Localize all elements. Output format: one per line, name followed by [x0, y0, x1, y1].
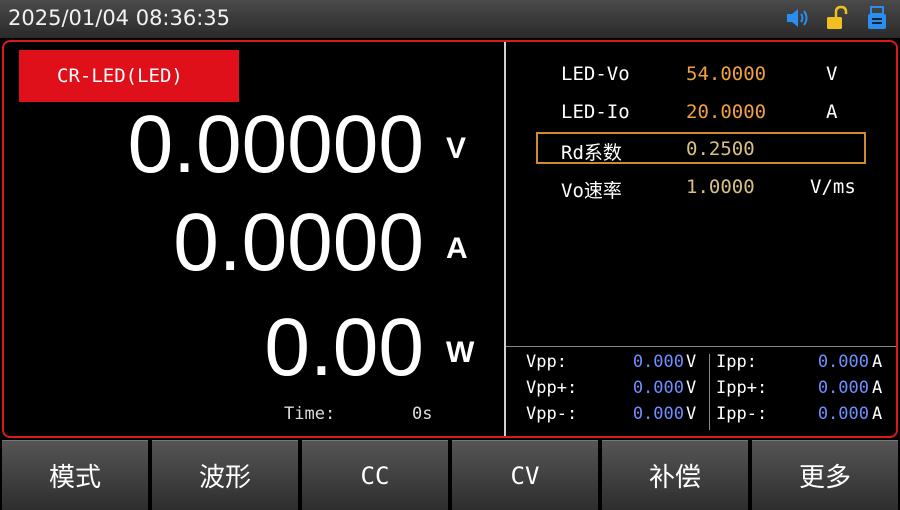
param-led-io[interactable]: LED-Io 20.0000 A: [506, 96, 896, 128]
param-value: 1.0000: [686, 176, 755, 198]
status-bar: 2025/01/04 08:36:35: [0, 0, 900, 38]
ripple-unit: A: [872, 404, 883, 424]
ripple-row: Vpp+: 0.000 V Ipp+: 0.000 A: [506, 378, 896, 404]
ripple-value: 0.000: [817, 404, 869, 424]
unlock-icon[interactable]: [824, 5, 850, 31]
softkey-cv[interactable]: CV: [452, 440, 598, 510]
softkey-mode[interactable]: 模式: [2, 440, 148, 510]
ripple-value: 0.000: [817, 378, 869, 398]
param-unit: A: [826, 101, 838, 123]
softkey-bar: 模式 波形 CC CV 补偿 更多: [0, 440, 900, 510]
ripple-label: Ipp-:: [716, 404, 768, 424]
ripple-unit: V: [686, 352, 697, 372]
ripple-unit: V: [686, 404, 697, 424]
softkey-compensation[interactable]: 补偿: [602, 440, 748, 510]
ripple-label: Vpp-:: [526, 404, 578, 424]
current-unit: A: [446, 232, 468, 265]
ripple-unit: A: [872, 352, 883, 372]
main-display-frame: CR-LED(LED) 0.00000 V 0.0000 A 0.00 W Ti…: [2, 40, 898, 438]
param-unit: V: [826, 63, 838, 85]
softkey-waveform[interactable]: 波形: [152, 440, 298, 510]
parameter-panel: LED-Vo 54.0000 V LED-Io 20.0000 A Rd系数 0…: [506, 42, 896, 436]
ripple-value: 0.000: [632, 378, 684, 398]
param-unit: V/ms: [810, 176, 856, 198]
time-label: Time:: [284, 404, 336, 424]
ripple-label: Vpp:: [526, 352, 567, 372]
ripple-label: Ipp:: [716, 352, 757, 372]
speaker-icon[interactable]: [784, 5, 810, 31]
param-name: Rd系数: [561, 142, 622, 164]
ripple-value: 0.000: [817, 352, 869, 372]
softkey-cc[interactable]: CC: [302, 440, 448, 510]
ripple-row: Vpp: 0.000 V Ipp: 0.000 A: [506, 352, 896, 378]
time-value: 0s: [412, 404, 433, 424]
param-vo-rate[interactable]: Vo速率 1.0000 V/ms: [506, 171, 896, 203]
ripple-row: Vpp-: 0.000 V Ipp-: 0.000 A: [506, 404, 896, 430]
power-unit: W: [446, 336, 475, 369]
param-led-vo[interactable]: LED-Vo 54.0000 V: [506, 58, 896, 90]
param-value: 0.2500: [686, 138, 755, 160]
param-value: 54.0000: [686, 63, 767, 85]
param-rd-coefficient[interactable]: Rd系数 0.2500: [506, 133, 896, 165]
ripple-value: 0.000: [632, 352, 684, 372]
usb-drive-icon[interactable]: [864, 5, 890, 31]
status-icons: [784, 5, 890, 31]
current-reading: 0.0000: [173, 197, 424, 288]
ripple-divider: [506, 346, 896, 347]
ripple-label: Vpp+:: [526, 378, 578, 398]
param-value: 20.0000: [686, 101, 767, 123]
power-reading: 0.00: [264, 302, 424, 393]
param-name: LED-Io: [561, 101, 630, 123]
ripple-label: Ipp+:: [716, 378, 768, 398]
voltage-unit: V: [446, 132, 467, 165]
param-name: LED-Vo: [561, 63, 630, 85]
param-name: Vo速率: [561, 180, 622, 202]
datetime: 2025/01/04 08:36:35: [8, 6, 231, 30]
measurement-panel: CR-LED(LED) 0.00000 V 0.0000 A 0.00 W Ti…: [4, 42, 504, 436]
ripple-value: 0.000: [632, 404, 684, 424]
ripple-unit: V: [686, 378, 697, 398]
ripple-unit: A: [872, 378, 883, 398]
voltage-reading: 0.00000: [127, 99, 424, 190]
ripple-panel: Vpp: 0.000 V Ipp: 0.000 A Vpp+: 0.000 V …: [506, 350, 896, 436]
mode-badge[interactable]: CR-LED(LED): [19, 50, 239, 102]
softkey-more[interactable]: 更多: [752, 440, 898, 510]
